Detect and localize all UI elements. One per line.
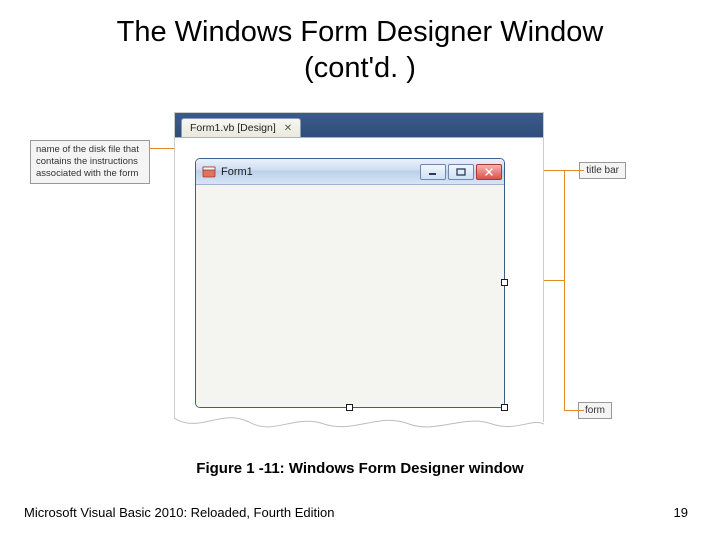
close-icon[interactable]: ✕ (282, 123, 294, 134)
form-title-text: Form1 (221, 166, 415, 178)
designer-surface[interactable]: Form1 (175, 137, 543, 422)
title-line-2: (cont'd. ) (304, 52, 416, 84)
designer-panel: Form1.vb [Design] ✕ Form1 (174, 112, 544, 422)
page-number: 19 (674, 505, 688, 520)
windows-form[interactable]: Form1 (195, 158, 505, 408)
maximize-button[interactable] (448, 164, 474, 180)
figure-caption: Figure 1 -11: Windows Form Designer wind… (0, 460, 720, 477)
figure: name of the disk file that contains the … (24, 112, 696, 432)
callout-file-description: name of the disk file that contains the … (30, 140, 150, 184)
leader-line (564, 171, 565, 410)
slide-title: The Windows Form Designer Window (cont'd… (0, 0, 720, 87)
minimize-button[interactable] (420, 164, 446, 180)
form-title-bar[interactable]: Form1 (196, 159, 504, 185)
slide: The Windows Form Designer Window (cont'd… (0, 0, 720, 540)
form-icon (202, 165, 216, 179)
title-line-1: The Windows Form Designer Window (117, 16, 604, 48)
resize-handle[interactable] (346, 404, 353, 411)
document-tab-strip: Form1.vb [Design] ✕ (175, 113, 543, 137)
form-client-area[interactable] (196, 185, 504, 407)
footer-book-title: Microsoft Visual Basic 2010: Reloaded, F… (24, 505, 334, 520)
document-tab-label: Form1.vb [Design] (190, 122, 276, 134)
leader-line (564, 410, 584, 411)
window-buttons (420, 164, 502, 180)
document-tab[interactable]: Form1.vb [Design] ✕ (181, 118, 301, 137)
resize-handle[interactable] (501, 279, 508, 286)
close-button[interactable] (476, 164, 502, 180)
resize-handle[interactable] (501, 404, 508, 411)
callout-title-bar: title bar (579, 162, 626, 179)
